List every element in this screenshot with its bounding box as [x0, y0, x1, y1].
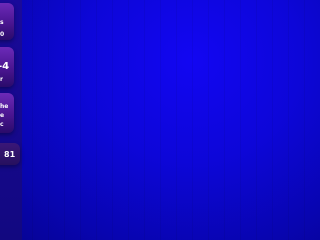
card-4-value: 81	[4, 150, 16, 159]
card-3-line-2: e	[0, 112, 5, 119]
card-1-line-1: s	[0, 19, 4, 26]
card-3-line-1: he	[0, 103, 9, 110]
side-card-3[interactable]: he e c	[0, 93, 14, 133]
card-2-value: -4	[0, 61, 10, 72]
side-card-1[interactable]: s 0	[0, 3, 14, 40]
card-1-line-2: 0	[0, 31, 5, 38]
side-card-4[interactable]: 81	[0, 143, 20, 165]
card-3-line-3: c	[0, 121, 4, 128]
card-2-sub: r	[0, 76, 3, 83]
background-grid	[0, 0, 320, 240]
side-card-2[interactable]: -4 r	[0, 47, 14, 87]
